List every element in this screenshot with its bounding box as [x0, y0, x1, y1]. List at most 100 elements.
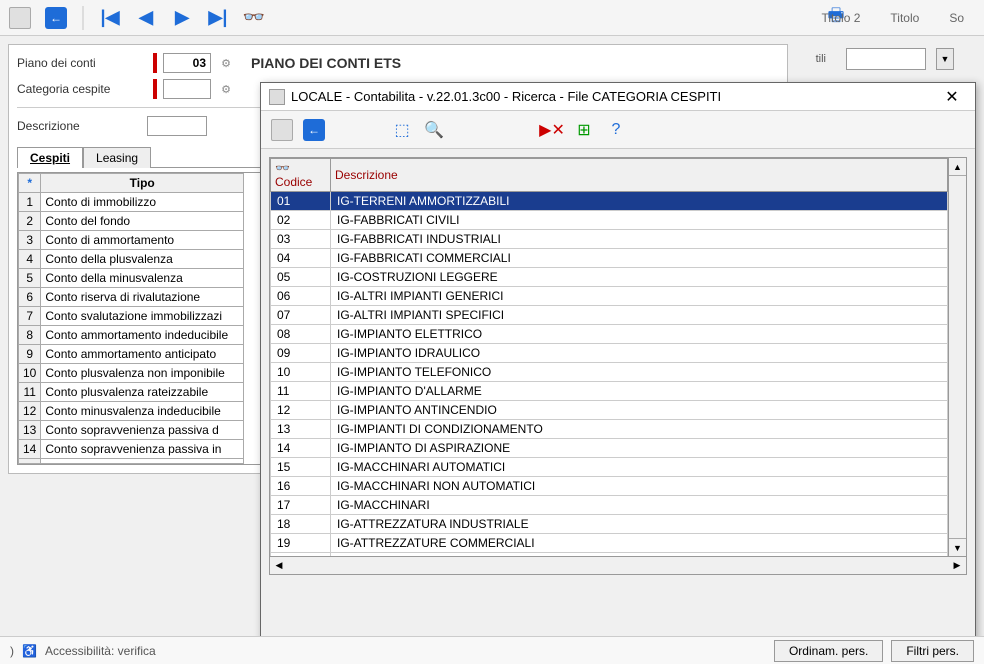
desc-cell: IG-IMPIANTO D'ALLARME — [331, 382, 948, 401]
desc-label: Descrizione — [17, 119, 147, 133]
grid-row[interactable]: 17IG-MACCHINARI — [271, 496, 948, 515]
grid-row[interactable]: 16IG-MACCHINARI NON AUTOMATICI — [271, 477, 948, 496]
tipo-cell: Conto della plusvalenza — [41, 250, 244, 269]
grid-row[interactable]: 11IG-IMPIANTO D'ALLARME — [271, 382, 948, 401]
tipo-cell: Conto della minusvalenza — [41, 269, 244, 288]
row-num: 14 — [19, 440, 41, 459]
table-row[interactable]: 7Conto svalutazione immobilizzazi — [19, 307, 244, 326]
grid-row[interactable]: 20IG-ATTREZZATURA VARIA E MINUTA — [271, 553, 948, 557]
scroll-up-icon[interactable]: ▲ — [949, 158, 966, 176]
table-row[interactable]: 2Conto del fondo — [19, 212, 244, 231]
prev-button[interactable]: ◀ — [132, 4, 160, 32]
code-cell: 17 — [271, 496, 331, 515]
code-cell: 09 — [271, 344, 331, 363]
desc-cell: IG-IMPIANTO IDRAULICO — [331, 344, 948, 363]
accessibility-label[interactable]: Accessibilità: verifica — [45, 644, 156, 658]
tab-leasing[interactable]: Leasing — [83, 147, 151, 168]
delete-icon[interactable]: ▶✕ — [539, 117, 565, 143]
dropdown-arrow-icon[interactable]: ▼ — [936, 48, 954, 70]
code-cell: 20 — [271, 553, 331, 557]
tipo-cell: Conto sopravvenienza passiva in — [41, 440, 244, 459]
grid-row[interactable]: 18IG-ATTREZZATURA INDUSTRIALE — [271, 515, 948, 534]
categoria-lookup-icon[interactable]: ⚙ — [217, 80, 235, 98]
search-doc-icon[interactable]: 🔍 — [421, 117, 447, 143]
grid-row[interactable]: 19IG-ATTREZZATURE COMMERCIALI — [271, 534, 948, 553]
tab-titolo[interactable]: Titolo — [890, 11, 919, 25]
row-num: 11 — [19, 383, 41, 402]
scroll-left-icon[interactable]: ◀ — [270, 557, 288, 574]
table-row[interactable]: 12Conto minusvalenza indeducibile — [19, 402, 244, 421]
filtri-button[interactable]: Filtri pers. — [891, 640, 974, 662]
desc-cell: IG-IMPIANTO ANTINCENDIO — [331, 401, 948, 420]
table-row[interactable]: 6Conto riserva di rivalutazione — [19, 288, 244, 307]
desc-cell: IG-ALTRI IMPIANTI GENERICI — [331, 287, 948, 306]
grid-row[interactable]: 05IG-COSTRUZIONI LEGGERE — [271, 268, 948, 287]
desc-cell: IG-FABBRICATI INDUSTRIALI — [331, 230, 948, 249]
table-row[interactable]: 14Conto sopravvenienza passiva in — [19, 440, 244, 459]
grid-row[interactable]: 01IG-TERRENI AMMORTIZZABILI — [271, 192, 948, 211]
grid-row[interactable]: 14IG-IMPIANTO DI ASPIRAZIONE — [271, 439, 948, 458]
table-row[interactable]: 8Conto ammortamento indeducibile — [19, 326, 244, 345]
vertical-scrollbar[interactable]: ▲ ▼ — [948, 158, 966, 556]
popup-menu-button[interactable] — [269, 117, 295, 143]
scroll-right-icon[interactable]: ▶ — [948, 557, 966, 574]
desc-input[interactable] — [147, 116, 207, 136]
help-icon[interactable]: ? — [603, 117, 629, 143]
close-icon[interactable]: ✕ — [937, 87, 967, 107]
grid-row[interactable]: 04IG-FABBRICATI COMMERCIALI — [271, 249, 948, 268]
desc-cell: IG-MACCHINARI NON AUTOMATICI — [331, 477, 948, 496]
categoria-input[interactable] — [163, 79, 211, 99]
excel-icon[interactable]: ⊞ — [571, 117, 597, 143]
required-marker — [153, 79, 157, 99]
results-grid: 👓Codice Descrizione 01IG-TERRENI AMMORTI… — [269, 157, 967, 557]
desc-cell: IG-ATTREZZATURE COMMERCIALI — [331, 534, 948, 553]
row-num: 4 — [19, 250, 41, 269]
row-num: 12 — [19, 402, 41, 421]
grid-row[interactable]: 12IG-IMPIANTO ANTINCENDIO — [271, 401, 948, 420]
table-row[interactable]: 1Conto di immobilizzo — [19, 193, 244, 212]
select-icon[interactable]: ⬚ — [389, 117, 415, 143]
table-row[interactable]: 3Conto di ammortamento — [19, 231, 244, 250]
piano-lookup-icon[interactable]: ⚙ — [217, 54, 235, 72]
table-row[interactable]: 10Conto plusvalenza non imponibile — [19, 364, 244, 383]
tab-so[interactable]: So — [949, 11, 964, 25]
grid-row[interactable]: 07IG-ALTRI IMPIANTI SPECIFICI — [271, 306, 948, 325]
next-button[interactable]: ▶ — [168, 4, 196, 32]
grid-row[interactable]: 06IG-ALTRI IMPIANTI GENERICI — [271, 287, 948, 306]
table-row[interactable]: 4Conto della plusvalenza — [19, 250, 244, 269]
first-button[interactable]: |◀ — [96, 4, 124, 32]
table-row[interactable]: 5Conto della minusvalenza — [19, 269, 244, 288]
tab-cespiti[interactable]: Cespiti — [17, 147, 83, 168]
grid-row[interactable]: 08IG-IMPIANTO ELETTRICO — [271, 325, 948, 344]
row-num: 6 — [19, 288, 41, 307]
grid-row[interactable]: 02IG-FABBRICATI CIVILI — [271, 211, 948, 230]
ordinam-button[interactable]: Ordinam. pers. — [774, 640, 883, 662]
popup-toolbar: ← ⬚ 🔍 ▶✕ ⊞ ? — [261, 111, 975, 149]
col-codice[interactable]: 👓Codice — [271, 159, 331, 192]
grid-row[interactable]: 09IG-IMPIANTO IDRAULICO — [271, 344, 948, 363]
menu-button[interactable] — [6, 4, 34, 32]
popup-titlebar: LOCALE - Contabilita - v.22.01.3c00 - Ri… — [261, 83, 975, 111]
row-num: 8 — [19, 326, 41, 345]
scroll-down-icon[interactable]: ▼ — [949, 538, 966, 556]
grid-row[interactable]: 13IG-IMPIANTI DI CONDIZIONAMENTO — [271, 420, 948, 439]
table-row[interactable]: 11Conto plusvalenza rateizzabile — [19, 383, 244, 402]
tab-titolo2[interactable]: Titolo 2 — [822, 11, 861, 25]
code-cell: 04 — [271, 249, 331, 268]
popup-back-button[interactable]: ← — [301, 117, 327, 143]
back-button[interactable]: ← — [42, 4, 70, 32]
piano-input[interactable] — [163, 53, 211, 73]
col-descrizione[interactable]: Descrizione — [331, 159, 948, 192]
grid-row[interactable]: 03IG-FABBRICATI INDUSTRIALI — [271, 230, 948, 249]
horizontal-scrollbar[interactable]: ◀ ▶ — [269, 557, 967, 575]
row-num: 3 — [19, 231, 41, 250]
grid-row[interactable]: 15IG-MACCHINARI AUTOMATICI — [271, 458, 948, 477]
table-row[interactable]: 13Conto sopravvenienza passiva d — [19, 421, 244, 440]
search-icon[interactable]: 👓 — [240, 4, 268, 32]
last-button[interactable]: ▶| — [204, 4, 232, 32]
tipo-cell: Conto di ammortamento — [41, 231, 244, 250]
dropdown-field[interactable] — [846, 48, 926, 70]
grid-row[interactable]: 10IG-IMPIANTO TELEFONICO — [271, 363, 948, 382]
table-row[interactable]: 9Conto ammortamento anticipato — [19, 345, 244, 364]
code-cell: 03 — [271, 230, 331, 249]
